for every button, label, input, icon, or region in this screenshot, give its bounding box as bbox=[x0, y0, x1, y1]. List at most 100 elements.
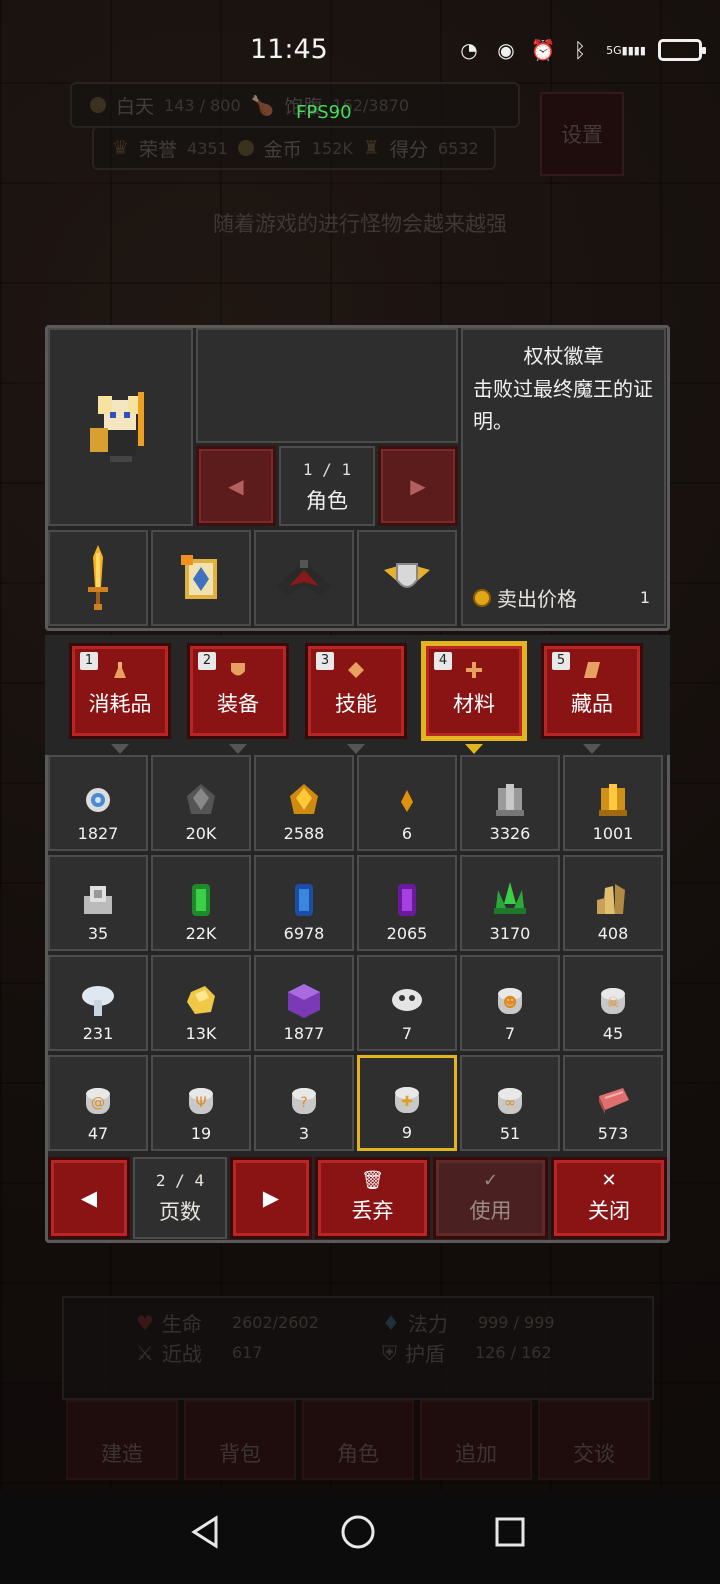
svg-text:?: ? bbox=[300, 1095, 307, 1111]
triangle-left-icon: ◀ bbox=[80, 1186, 98, 1210]
equip-armor-slot[interactable] bbox=[254, 530, 354, 626]
item-quantity: 2065 bbox=[386, 924, 428, 943]
inventory-slot[interactable]: ☻ 7 bbox=[460, 955, 560, 1051]
tab-label: 装备 bbox=[217, 692, 259, 716]
tab-label: 技能 bbox=[335, 692, 377, 716]
tab-pointer bbox=[347, 744, 365, 754]
rune-stone-trident-icon: Ψ bbox=[189, 1088, 213, 1114]
svg-text:☻: ☻ bbox=[503, 995, 518, 1011]
trash-icon: 🗑 bbox=[361, 1170, 384, 1191]
tab-equipment[interactable]: 2 装备 bbox=[187, 643, 289, 754]
item-quantity: 1827 bbox=[77, 824, 119, 843]
page-label: 页数 bbox=[159, 1200, 201, 1224]
item-quantity: 3 bbox=[298, 1124, 310, 1143]
inventory-slot[interactable]: 20K bbox=[151, 755, 251, 851]
character-next-button[interactable]: ▶ bbox=[378, 446, 458, 526]
inventory-slot[interactable]: @47 bbox=[48, 1055, 148, 1151]
svg-text:Ψ: Ψ bbox=[195, 1095, 206, 1111]
character-prev-button[interactable]: ◀ bbox=[196, 446, 276, 526]
inventory-slot[interactable]: 3326 bbox=[460, 755, 560, 851]
recents-icon[interactable] bbox=[490, 1512, 530, 1552]
tab-materials[interactable]: 4 材料 bbox=[423, 643, 525, 754]
tab-label: 材料 bbox=[453, 692, 495, 716]
home-icon[interactable] bbox=[338, 1512, 378, 1552]
character-pager: 1 / 1 角色 bbox=[279, 446, 375, 526]
item-quantity: 1877 bbox=[283, 1024, 325, 1043]
inventory-slot[interactable]: 6 bbox=[357, 755, 457, 851]
inventory-slot[interactable]: 1827 bbox=[48, 755, 148, 851]
page-next-button[interactable]: ▶ bbox=[230, 1157, 312, 1239]
tab-consumables[interactable]: 1 消耗品 bbox=[69, 643, 171, 754]
speed-icon: ◔ bbox=[460, 38, 478, 62]
sell-price-label: 卖出价格 bbox=[497, 587, 577, 611]
item-quantity: 7 bbox=[401, 1024, 413, 1043]
gold-nugget-icon bbox=[187, 986, 215, 1014]
winged-badge-icon bbox=[384, 563, 430, 588]
tab-label: 藏品 bbox=[571, 692, 613, 716]
inventory-slot[interactable]: ∞ 51 bbox=[460, 1055, 560, 1151]
close-button[interactable]: ✕ 关闭 bbox=[551, 1157, 667, 1239]
emerald-icon bbox=[192, 884, 210, 916]
item-quantity: 19 bbox=[190, 1124, 212, 1143]
plus-gem-icon bbox=[466, 662, 482, 678]
purple-cube-icon bbox=[288, 984, 320, 1018]
rune-stone-skull-icon: ☠ bbox=[601, 988, 625, 1014]
inventory-slot[interactable]: 2588 bbox=[254, 755, 354, 851]
inventory-slot[interactable]: ☠ 45 bbox=[563, 955, 663, 1051]
inventory-slot[interactable]: 3170 bbox=[460, 855, 560, 951]
svg-text:@: @ bbox=[91, 1095, 105, 1111]
item-quantity: 2588 bbox=[283, 824, 325, 843]
item-quantity: 47 bbox=[87, 1124, 109, 1143]
character-portrait[interactable] bbox=[48, 328, 193, 526]
page-number: 2 / 4 bbox=[155, 1171, 205, 1190]
character-page-label: 角色 bbox=[306, 489, 348, 513]
item-quantity: 1001 bbox=[592, 824, 634, 843]
inventory-slot[interactable]: 7 bbox=[357, 955, 457, 1051]
triangle-left-icon: ◀ bbox=[228, 474, 244, 498]
inventory-slot-selected[interactable]: ✚ 9 bbox=[357, 1055, 457, 1151]
rune-stone-orange-icon: ☻ bbox=[498, 988, 522, 1014]
tab-pointer bbox=[111, 744, 129, 754]
network-type: 5G bbox=[606, 43, 622, 57]
signal-icon: 5G ▮▮▮▮ bbox=[606, 43, 646, 57]
rune-stone-cross-icon: ✚ bbox=[395, 1087, 419, 1113]
page-indicator: 2 / 4 页数 bbox=[133, 1157, 227, 1239]
inventory-slot[interactable]: 573 bbox=[563, 1055, 663, 1151]
inventory-slot[interactable]: 22K bbox=[151, 855, 251, 951]
diamond-icon bbox=[348, 662, 364, 678]
inventory-slot[interactable]: 2065 bbox=[357, 855, 457, 951]
inventory-slot[interactable]: 1877 bbox=[254, 955, 354, 1051]
inventory-slot[interactable]: 1001 bbox=[563, 755, 663, 851]
svg-text:∞: ∞ bbox=[504, 1095, 516, 1111]
tab-collectibles[interactable]: 5 藏品 bbox=[541, 643, 643, 754]
inventory-slot[interactable]: 35 bbox=[48, 855, 148, 951]
system-navigation-bar bbox=[0, 1490, 720, 1584]
inventory-slot[interactable]: 6978 bbox=[254, 855, 354, 951]
inventory-slot[interactable]: 408 bbox=[563, 855, 663, 951]
back-icon[interactable] bbox=[186, 1512, 226, 1552]
tab-skills[interactable]: 3 技能 bbox=[305, 643, 407, 754]
page-prev-button[interactable]: ◀ bbox=[48, 1157, 130, 1239]
checkmark-icon: ✓ bbox=[482, 1170, 499, 1191]
scroll-icon bbox=[584, 662, 600, 678]
equip-weapon-slot[interactable] bbox=[48, 530, 148, 626]
eye-orb-icon bbox=[86, 788, 110, 812]
inventory-panel: ◀ 1 / 1 角色 ▶ 权杖徽章 击败过最终魔王的证明。 卖出价格 1 1 消… bbox=[45, 325, 670, 1243]
character-page-number: 1 / 1 bbox=[302, 460, 352, 479]
mushroom-icon bbox=[82, 986, 114, 1016]
tab-number: 2 bbox=[198, 652, 216, 670]
raw-meat-icon bbox=[599, 1088, 629, 1114]
equip-accessory-slot[interactable] bbox=[357, 530, 457, 626]
svg-text:☠: ☠ bbox=[607, 995, 620, 1011]
item-detail-panel: 权杖徽章 击败过最终魔王的证明。 卖出价格 1 bbox=[461, 328, 666, 626]
skull-stone-icon bbox=[392, 989, 422, 1011]
inventory-slot[interactable]: 231 bbox=[48, 955, 148, 1051]
equip-offhand-slot[interactable] bbox=[151, 530, 251, 626]
inventory-slot[interactable]: Ψ 19 bbox=[151, 1055, 251, 1151]
coal-ore-icon bbox=[187, 784, 215, 814]
tab-pointer bbox=[583, 744, 601, 754]
inventory-slot[interactable]: 13K bbox=[151, 955, 251, 1051]
inventory-slot[interactable]: ? 3 bbox=[254, 1055, 354, 1151]
use-button[interactable]: ✓ 使用 bbox=[433, 1157, 548, 1239]
discard-button[interactable]: 🗑 丢弃 bbox=[315, 1157, 430, 1239]
